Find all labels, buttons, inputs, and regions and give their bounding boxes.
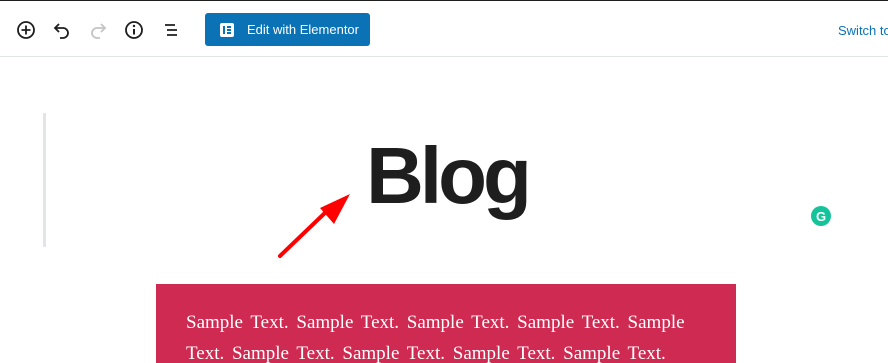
sample-text-block[interactable]: Sample Text. Sample Text. Sample Text. S… (156, 284, 736, 363)
elementor-button-label: Edit with Elementor (247, 22, 359, 37)
add-block-button[interactable] (13, 17, 39, 43)
info-icon (125, 21, 143, 39)
info-button[interactable] (121, 17, 147, 43)
editor-toolbar: Edit with Elementor Switch to (0, 0, 888, 57)
outline-button[interactable] (157, 17, 183, 43)
annotation-arrow-icon (278, 194, 350, 258)
undo-icon (53, 23, 69, 39)
redo-icon (91, 23, 107, 39)
edit-with-elementor-button[interactable]: Edit with Elementor (205, 13, 370, 46)
switch-to-link[interactable]: Switch to (838, 23, 888, 38)
grammarly-icon[interactable]: G (811, 206, 831, 226)
elementor-icon (220, 22, 234, 37)
page-title[interactable]: Blog (0, 136, 888, 216)
redo-button[interactable] (85, 17, 111, 43)
list-icon (165, 24, 177, 36)
undo-button[interactable] (49, 17, 75, 43)
plus-circle-icon (17, 21, 35, 39)
